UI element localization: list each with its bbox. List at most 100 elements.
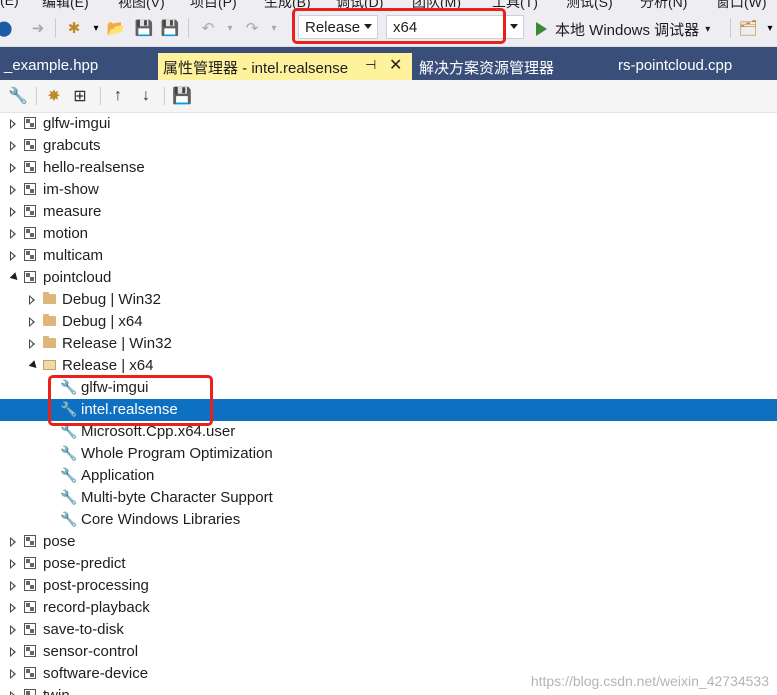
start-debugger-button[interactable]: 本地 Windows 调试器 ▾ <box>532 18 710 40</box>
expand-arrow-icon[interactable] <box>10 669 16 679</box>
configuration-node[interactable]: Release | Win32 <box>0 333 777 355</box>
expand-arrow-icon[interactable] <box>10 647 16 657</box>
expand-arrow-icon[interactable] <box>10 559 16 569</box>
tree-item-label: glfw-imgui <box>43 115 111 132</box>
project-node[interactable]: pointcloud <box>0 267 777 289</box>
expand-arrow-icon[interactable] <box>10 185 16 195</box>
project-node[interactable]: multicam <box>0 245 777 267</box>
menu-view[interactable]: 视图(V) <box>118 0 165 10</box>
collapse-arrow-icon[interactable] <box>9 272 21 283</box>
properties-wrench-icon[interactable]: 🔧 <box>8 86 28 106</box>
tree-item-label: Debug | Win32 <box>62 291 161 308</box>
menu-analyze[interactable]: 分析(N) <box>640 0 687 10</box>
save-all-icon[interactable]: 💾 <box>160 18 180 38</box>
configuration-node[interactable]: Debug | x64 <box>0 311 777 333</box>
collapse-arrow-icon[interactable] <box>28 360 40 371</box>
find-in-files-icon[interactable]: 🗂 <box>738 18 758 38</box>
tree-item-label: motion <box>43 225 89 242</box>
expand-arrow-icon[interactable] <box>10 141 16 151</box>
menu-item[interactable]: (E) <box>0 0 19 8</box>
project-node[interactable]: post-processing <box>0 575 777 597</box>
project-node[interactable]: save-to-disk <box>0 619 777 641</box>
add-existing-property-sheet-icon[interactable]: ⊞ <box>70 86 90 106</box>
menu-edit[interactable]: 编辑(E) <box>42 0 89 10</box>
add-new-property-sheet-icon[interactable]: ✸ <box>44 86 64 106</box>
project-icon <box>24 667 36 679</box>
property-sheet-wrench-icon: 🔧 <box>60 445 78 461</box>
project-node[interactable]: hello-realsense <box>0 157 777 179</box>
property-sheet-item[interactable]: 🔧 Core Windows Libraries <box>0 509 777 531</box>
redo-dropdown-icon[interactable]: ▾ <box>264 18 284 38</box>
project-node[interactable]: glfw-imgui <box>0 113 777 135</box>
project-node[interactable]: sensor-control <box>0 641 777 663</box>
expand-arrow-icon[interactable] <box>10 163 16 173</box>
toolbar-overflow-icon[interactable]: ▾ <box>760 18 777 38</box>
platform-dropdown[interactable]: x64 <box>386 15 524 39</box>
expand-arrow-icon[interactable] <box>10 207 16 217</box>
back-icon[interactable]: ⬤ <box>0 18 14 38</box>
new-project-dropdown-icon[interactable]: ▾ <box>86 18 106 38</box>
expand-arrow-icon[interactable] <box>10 119 16 129</box>
configuration-dropdown[interactable]: Release <box>298 15 378 39</box>
project-node[interactable]: motion <box>0 223 777 245</box>
configuration-node[interactable]: Debug | Win32 <box>0 289 777 311</box>
pin-icon[interactable]: ⊣ <box>365 57 376 73</box>
tab-solution-explorer[interactable]: 解决方案资源管理器 <box>419 53 609 80</box>
project-node[interactable]: pose <box>0 531 777 553</box>
expand-arrow-icon[interactable] <box>29 339 35 349</box>
expand-arrow-icon[interactable] <box>10 537 16 547</box>
tab-example-hpp[interactable]: _example.hpp <box>4 53 154 80</box>
property-sheet-item[interactable]: 🔧 glfw-imgui <box>0 377 777 399</box>
menu-tools[interactable]: 工具(T) <box>492 0 538 10</box>
move-down-icon[interactable]: ↓ <box>136 86 156 106</box>
tree-item-label: Release | x64 <box>62 357 154 374</box>
forward-icon[interactable]: ➜ <box>28 18 48 38</box>
expand-arrow-icon[interactable] <box>29 317 35 327</box>
property-sheet-item[interactable]: 🔧 Application <box>0 465 777 487</box>
property-sheet-item[interactable]: 🔧 intel.realsense <box>0 399 777 421</box>
expand-arrow-icon[interactable] <box>10 229 16 239</box>
project-node[interactable]: grabcuts <box>0 135 777 157</box>
expand-arrow-icon[interactable] <box>10 691 16 695</box>
expand-arrow-icon[interactable] <box>10 581 16 591</box>
new-project-icon[interactable]: ✱ <box>64 18 84 38</box>
close-icon[interactable]: ✕ <box>389 55 402 75</box>
property-sheet-item[interactable]: 🔧 Microsoft.Cpp.x64.user <box>0 421 777 443</box>
property-sheet-item[interactable]: 🔧 Whole Program Optimization <box>0 443 777 465</box>
project-node[interactable]: pose-predict <box>0 553 777 575</box>
redo-icon[interactable]: ↷ <box>242 18 262 38</box>
tree-item-label: im-show <box>43 181 99 198</box>
expand-arrow-icon[interactable] <box>10 251 16 261</box>
tab-property-manager[interactable]: 属性管理器 - intel.realsense ⊣ ✕ <box>158 53 412 80</box>
expand-arrow-icon[interactable] <box>29 295 35 305</box>
tab-label: 解决方案资源管理器 <box>419 60 555 77</box>
tree-item-label: pose-predict <box>43 555 126 572</box>
project-node[interactable]: record-playback <box>0 597 777 619</box>
tab-rs-pointcloud-cpp[interactable]: rs-pointcloud.cpp <box>618 53 777 80</box>
project-node[interactable]: im-show <box>0 179 777 201</box>
property-sheet-wrench-icon: 🔧 <box>60 379 78 395</box>
save-icon[interactable]: 💾 <box>172 86 192 106</box>
menu-test[interactable]: 测试(S) <box>566 0 613 10</box>
toolbar-separator <box>36 87 37 105</box>
move-up-icon[interactable]: ↑ <box>108 86 128 106</box>
undo-icon[interactable]: ↶ <box>198 18 218 38</box>
expand-arrow-icon[interactable] <box>10 625 16 635</box>
menu-team[interactable]: 团队(M) <box>412 0 461 10</box>
property-manager-toolbar: 🔧 ✸ ⊞ ↑ ↓ 💾 <box>0 80 777 113</box>
menu-build[interactable]: 生成(B) <box>264 0 311 10</box>
tree-item-label: pose <box>43 533 76 550</box>
project-node[interactable]: measure <box>0 201 777 223</box>
property-sheet-item[interactable]: 🔧 Multi-byte Character Support <box>0 487 777 509</box>
save-icon[interactable]: 💾 <box>134 18 154 38</box>
undo-dropdown-icon[interactable]: ▾ <box>220 18 240 38</box>
menu-project[interactable]: 项目(P) <box>190 0 237 10</box>
open-file-icon[interactable]: 📂 <box>106 18 126 38</box>
expand-arrow-icon[interactable] <box>10 603 16 613</box>
chevron-down-icon <box>510 24 518 29</box>
document-tab-strip: _example.hpp 属性管理器 - intel.realsense ⊣ ✕… <box>0 47 777 80</box>
configuration-node[interactable]: Release | x64 <box>0 355 777 377</box>
menu-window[interactable]: 窗口(W) <box>716 0 767 10</box>
toolbar-separator <box>188 18 189 38</box>
menu-debug[interactable]: 调试(D) <box>336 0 383 10</box>
